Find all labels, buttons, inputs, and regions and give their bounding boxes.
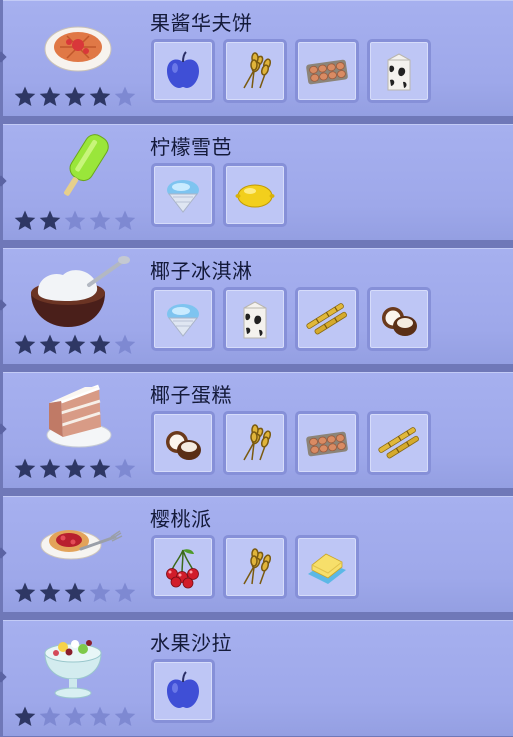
star-rating: [13, 209, 143, 233]
star-filled-icon: [63, 581, 88, 605]
ingredient-slot[interactable]: [295, 411, 359, 475]
cherry-icon: [160, 544, 206, 590]
ingredient-slot[interactable]: [151, 39, 215, 103]
star-empty-icon: [113, 333, 138, 357]
recipe-list: 果酱华夫饼柠檬雪芭椰子冰淇淋椰子蛋糕樱桃派水果沙拉: [0, 0, 513, 737]
star-rating: [13, 457, 143, 481]
star-filled-icon: [13, 85, 38, 109]
recipe-card[interactable]: 柠檬雪芭: [3, 124, 513, 240]
recipe-card[interactable]: 椰子蛋糕: [3, 372, 513, 488]
coconut-ice-cream-icon: [23, 255, 133, 329]
star-filled-icon: [88, 333, 113, 357]
recipe-name: 椰子冰淇淋: [150, 259, 253, 283]
star-empty-icon: [88, 209, 113, 233]
milk-icon: [376, 48, 422, 94]
star-rating: [13, 705, 143, 729]
ingredient-list: [151, 39, 439, 105]
sugarcane-icon: [376, 420, 422, 466]
ingredient-slot[interactable]: [367, 39, 431, 103]
star-rating: [13, 85, 143, 109]
butter-icon: [304, 544, 350, 590]
wheat-icon: [232, 544, 278, 590]
ingredient-slot[interactable]: [151, 287, 215, 351]
star-filled-icon: [63, 457, 88, 481]
recipe-name: 果酱华夫饼: [150, 11, 253, 35]
ingredient-slot[interactable]: [223, 287, 287, 351]
ingredient-slot[interactable]: [223, 535, 287, 599]
star-filled-icon: [38, 85, 63, 109]
star-filled-icon: [63, 333, 88, 357]
recipe-name: 樱桃派: [150, 507, 212, 531]
wheat-icon: [232, 48, 278, 94]
ingredient-slot[interactable]: [295, 287, 359, 351]
ingredient-slot[interactable]: [367, 411, 431, 475]
star-filled-icon: [63, 85, 88, 109]
star-filled-icon: [13, 705, 38, 729]
cherry-pie-icon: [23, 503, 133, 577]
star-empty-icon: [113, 705, 138, 729]
wheat-icon: [232, 420, 278, 466]
star-empty-icon: [38, 705, 63, 729]
recipe-name: 水果沙拉: [150, 631, 232, 655]
recipe-card[interactable]: 椰子冰淇淋: [3, 248, 513, 364]
star-filled-icon: [88, 85, 113, 109]
recipe-card[interactable]: 水果沙拉: [3, 620, 513, 736]
coconut-cake-icon: [23, 379, 133, 453]
star-filled-icon: [38, 457, 63, 481]
ingredient-slot[interactable]: [295, 535, 359, 599]
star-filled-icon: [13, 333, 38, 357]
apple-icon: [160, 668, 206, 714]
star-filled-icon: [13, 457, 38, 481]
star-filled-icon: [38, 333, 63, 357]
star-empty-icon: [63, 209, 88, 233]
milk-icon: [232, 296, 278, 342]
star-empty-icon: [63, 705, 88, 729]
ice-icon: [160, 172, 206, 218]
ingredient-slot[interactable]: [295, 39, 359, 103]
star-filled-icon: [38, 581, 63, 605]
eggs-icon: [304, 420, 350, 466]
star-empty-icon: [113, 85, 138, 109]
recipe-name: 椰子蛋糕: [150, 383, 232, 407]
star-filled-icon: [38, 209, 63, 233]
recipe-name: 柠檬雪芭: [150, 135, 232, 159]
star-filled-icon: [88, 457, 113, 481]
ingredient-list: [151, 659, 223, 725]
sugarcane-icon: [304, 296, 350, 342]
fruit-salad-icon: [23, 627, 133, 701]
ingredient-list: [151, 287, 439, 353]
star-empty-icon: [113, 581, 138, 605]
star-filled-icon: [13, 209, 38, 233]
recipe-card[interactable]: 樱桃派: [3, 496, 513, 612]
star-rating: [13, 333, 143, 357]
star-empty-icon: [88, 581, 113, 605]
star-empty-icon: [113, 209, 138, 233]
ingredient-list: [151, 411, 439, 477]
ingredient-slot[interactable]: [223, 411, 287, 475]
ingredient-slot[interactable]: [223, 163, 287, 227]
star-empty-icon: [113, 457, 138, 481]
ice-icon: [160, 296, 206, 342]
eggs-icon: [304, 48, 350, 94]
ingredient-slot[interactable]: [151, 163, 215, 227]
apple-icon: [160, 48, 206, 94]
lemon-sorbet-icon: [23, 131, 133, 205]
ingredient-slot[interactable]: [151, 659, 215, 723]
star-filled-icon: [13, 581, 38, 605]
coconut-icon: [160, 420, 206, 466]
star-rating: [13, 581, 143, 605]
recipe-card[interactable]: 果酱华夫饼: [3, 0, 513, 116]
ingredient-slot[interactable]: [151, 411, 215, 475]
ingredient-slot[interactable]: [223, 39, 287, 103]
lemon-icon: [232, 172, 278, 218]
star-empty-icon: [88, 705, 113, 729]
ingredient-list: [151, 535, 367, 601]
coconut-icon: [376, 296, 422, 342]
ingredient-list: [151, 163, 295, 229]
ingredient-slot[interactable]: [151, 535, 215, 599]
jam-waffle-icon: [23, 7, 133, 81]
ingredient-slot[interactable]: [367, 287, 431, 351]
